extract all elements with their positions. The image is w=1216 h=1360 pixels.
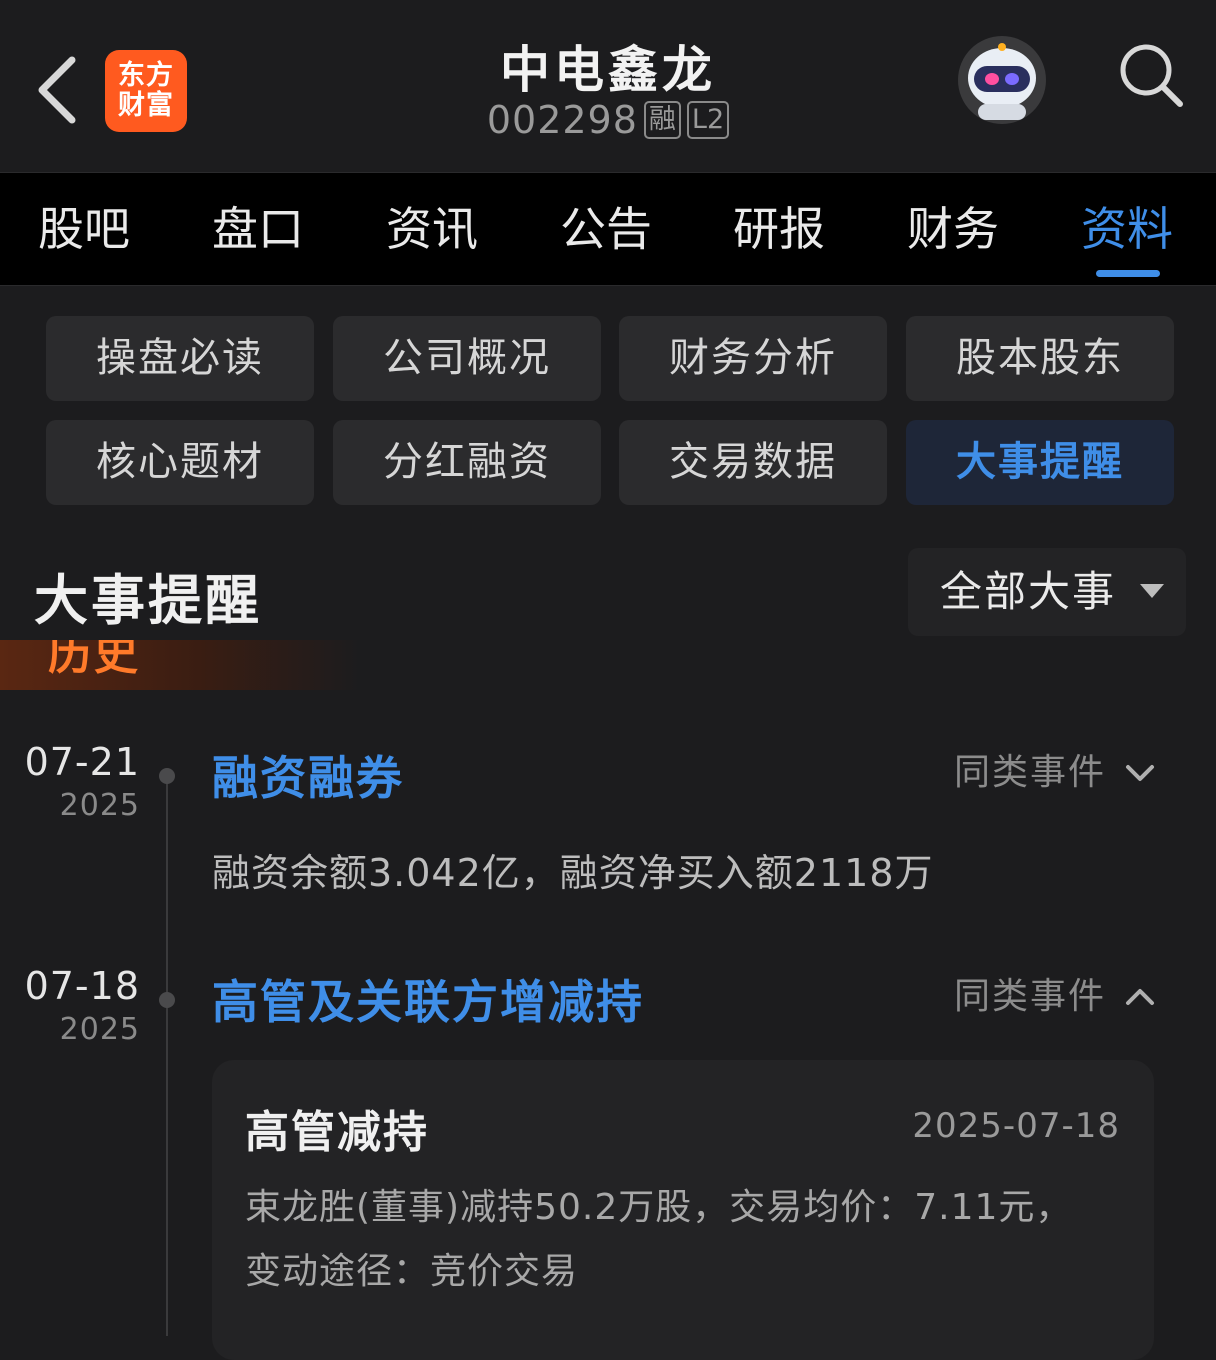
tab-pankou[interactable]: 盘口 [212,173,304,287]
event-title[interactable]: 高管及关联方增减持 [212,966,644,1032]
tab-announcements[interactable]: 公告 [560,173,652,287]
active-tab-indicator [1096,270,1160,277]
tab-guba[interactable]: 股吧 [38,173,130,287]
timeline-dot [159,768,175,784]
stock-code: 002298 [486,98,638,142]
search-icon [1120,44,1183,107]
card-title: 高管减持 [245,1107,429,1158]
submenu-dividends-financing[interactable]: 分红融资 [333,420,601,505]
main-tab-bar: 股吧 盘口 资讯 公告 研报 财务 资料 [0,172,1216,286]
top-bar: 东方 财富 中电鑫龙 002298 融 L2 [0,0,1216,172]
assistant-avatar-button[interactable] [956,34,1048,126]
similar-events-button[interactable]: 同类事件 [954,748,1160,798]
tab-research[interactable]: 研报 [733,173,825,287]
card-body-line: 变动途径：竞价交易 [245,1251,579,1292]
chevron-down-icon [1126,765,1154,781]
similar-events-label: 同类事件 [954,976,1107,1017]
event-description: 融资余额3.042亿，融资净买入额2118万 [212,851,934,895]
submenu-company-overview[interactable]: 公司概况 [333,316,601,401]
timeline-dot [159,992,175,1008]
similar-events-label: 同类事件 [954,752,1107,793]
event-date: 07-21 [24,740,140,784]
level2-badge: L2 [686,101,730,139]
history-label: 历史 [48,640,140,680]
tab-news[interactable]: 资讯 [386,173,478,287]
submenu-shareholders[interactable]: 股本股东 [906,316,1174,401]
profile-submenu: 操盘必读 公司概况 财务分析 股本股东 核心题材 分红融资 交易数据 大事提醒 [46,316,1174,506]
submenu-financial-analysis[interactable]: 财务分析 [619,316,887,401]
event-title[interactable]: 融资融券 [212,742,404,808]
timeline-line [166,776,168,1336]
chevron-up-icon [1126,989,1154,1005]
margin-badge: 融 [643,101,681,139]
section-title: 大事提醒 [34,569,262,632]
submenu-core-themes[interactable]: 核心题材 [46,420,314,505]
event-year: 2025 [59,788,140,823]
robot-avatar-icon [958,36,1046,124]
event-year: 2025 [59,1012,140,1047]
card-body: 束龙胜(董事)减持50.2万股，交易均价：7.11元， 变动途径：竞价交易 [245,1176,1105,1304]
event-date: 07-18 [24,964,140,1008]
submenu-must-read[interactable]: 操盘必读 [46,316,314,401]
event-filter-label: 全部大事 [940,567,1117,616]
caret-down-icon [1140,584,1164,598]
similar-events-button[interactable]: 同类事件 [954,972,1160,1022]
card-date: 2025-07-18 [912,1106,1120,1146]
card-body-line: 束龙胜(董事)减持50.2万股，交易均价：7.11元， [245,1187,1073,1228]
submenu-major-events[interactable]: 大事提醒 [906,420,1174,505]
submenu-trading-data[interactable]: 交易数据 [619,420,887,505]
search-button[interactable] [1118,42,1184,108]
history-header: 历史 [0,640,360,690]
tab-finance[interactable]: 财务 [907,173,999,287]
event-filter-dropdown[interactable]: 全部大事 [908,548,1186,636]
event-detail-card[interactable]: 高管减持 2025-07-18 束龙胜(董事)减持50.2万股，交易均价：7.1… [212,1060,1154,1360]
